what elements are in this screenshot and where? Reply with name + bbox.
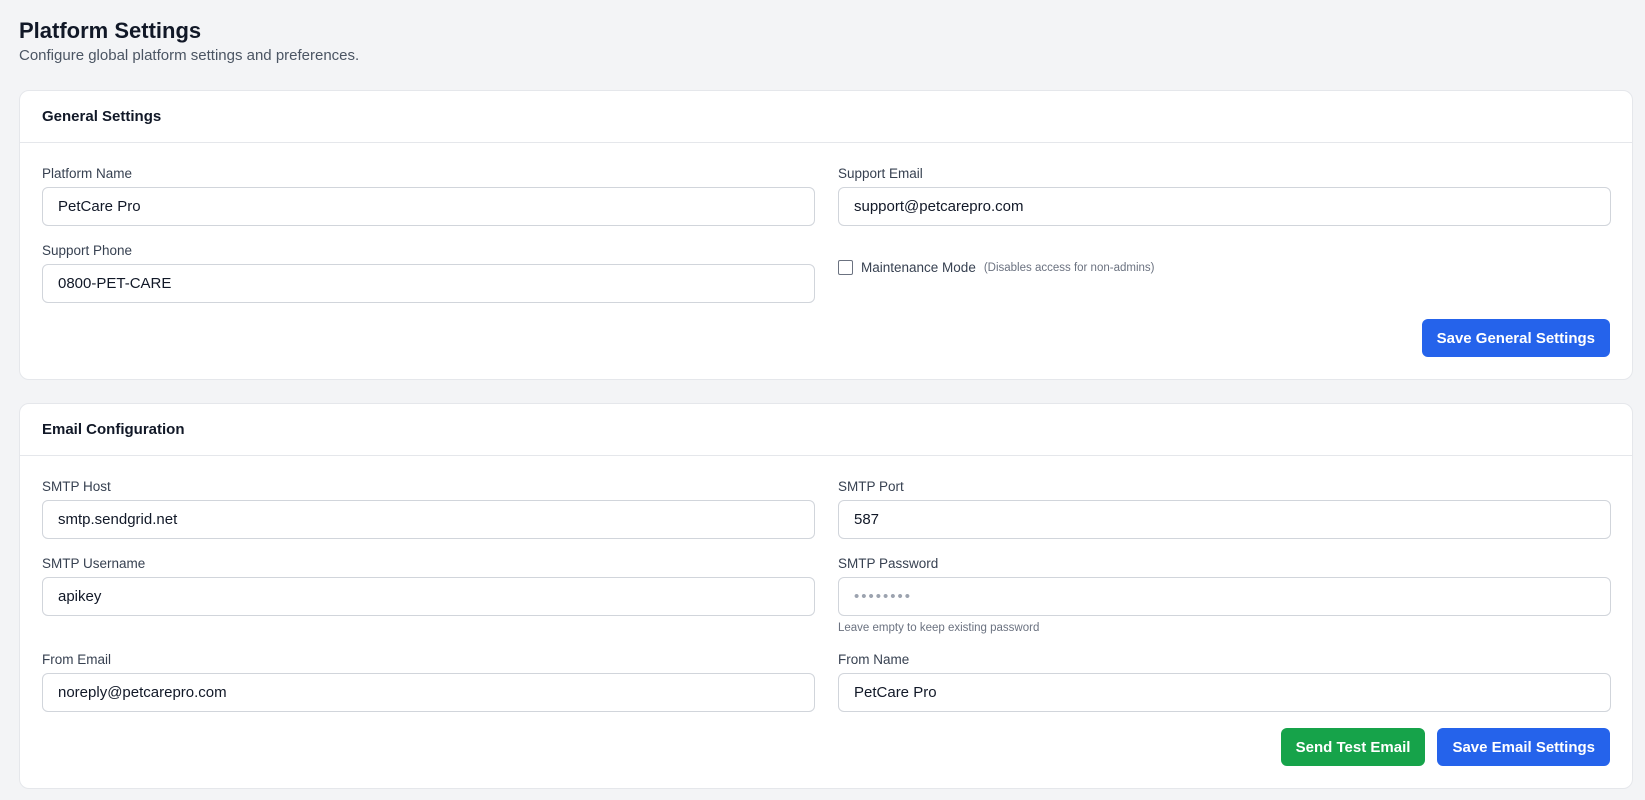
general-settings-body: Platform Name Support Email Support Phon… <box>20 143 1632 379</box>
general-settings-grid: Platform Name Support Email Support Phon… <box>42 165 1611 319</box>
maintenance-mode-label: Maintenance Mode <box>861 260 976 275</box>
from-name-field: From Name <box>838 651 1611 712</box>
smtp-host-field: SMTP Host <box>42 478 815 539</box>
smtp-username-field: SMTP Username <box>42 555 815 635</box>
general-settings-title: General Settings <box>20 91 1632 143</box>
general-settings-actions: Save General Settings <box>42 319 1610 357</box>
smtp-password-field: SMTP Password Leave empty to keep existi… <box>838 555 1611 635</box>
smtp-port-input[interactable] <box>838 500 1611 539</box>
smtp-host-input[interactable] <box>42 500 815 539</box>
email-configuration-title: Email Configuration <box>20 404 1632 456</box>
support-email-label: Support Email <box>838 166 923 181</box>
email-configuration-card: Email Configuration SMTP Host SMTP Port … <box>19 403 1633 789</box>
send-test-email-button[interactable]: Send Test Email <box>1280 728 1426 766</box>
platform-name-label: Platform Name <box>42 166 133 181</box>
email-configuration-grid: SMTP Host SMTP Port SMTP Username SMTP P… <box>42 478 1611 728</box>
smtp-password-hint: Leave empty to keep existing password <box>838 622 1040 634</box>
general-settings-card: General Settings Platform Name Support E… <box>19 90 1633 380</box>
from-email-label: From Email <box>42 652 112 667</box>
from-email-field: From Email <box>42 651 815 712</box>
maintenance-mode-checkbox[interactable] <box>838 260 853 275</box>
maintenance-mode-field[interactable]: Maintenance Mode (Disables access for no… <box>838 248 1611 287</box>
support-phone-input[interactable] <box>42 264 815 303</box>
smtp-password-label: SMTP Password <box>838 556 939 571</box>
from-name-input[interactable] <box>838 673 1611 712</box>
save-email-settings-button[interactable]: Save Email Settings <box>1437 728 1610 766</box>
page-subtitle: Configure global platform settings and p… <box>19 47 360 64</box>
smtp-host-label: SMTP Host <box>42 479 111 494</box>
email-configuration-actions: Send Test Email Save Email Settings <box>42 728 1610 766</box>
from-email-input[interactable] <box>42 673 815 712</box>
smtp-port-label: SMTP Port <box>838 479 904 494</box>
platform-name-field: Platform Name <box>42 165 815 226</box>
smtp-username-label: SMTP Username <box>42 556 146 571</box>
email-configuration-body: SMTP Host SMTP Port SMTP Username SMTP P… <box>20 456 1632 788</box>
from-name-label: From Name <box>838 652 910 667</box>
page-title: Platform Settings <box>19 18 202 43</box>
support-phone-field: Support Phone <box>42 242 815 303</box>
save-general-settings-button[interactable]: Save General Settings <box>1421 319 1610 357</box>
maintenance-mode-hint: (Disables access for non-admins) <box>983 261 1155 274</box>
smtp-password-input[interactable] <box>838 577 1611 616</box>
smtp-username-input[interactable] <box>42 577 815 616</box>
support-email-field: Support Email <box>838 165 1611 226</box>
support-phone-label: Support Phone <box>42 243 133 258</box>
platform-name-input[interactable] <box>42 187 815 226</box>
settings-page: Platform Settings Configure global platf… <box>0 0 1645 789</box>
smtp-port-field: SMTP Port <box>838 478 1611 539</box>
support-email-input[interactable] <box>838 187 1611 226</box>
